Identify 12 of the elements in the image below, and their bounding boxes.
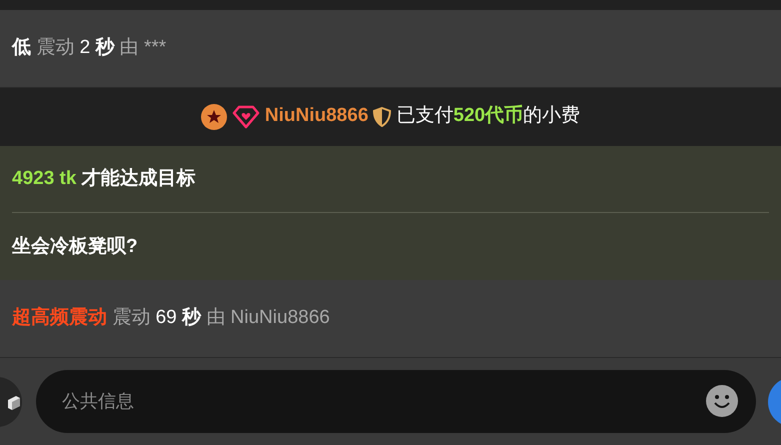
cube-icon <box>8 394 20 410</box>
tip-message: 已支付520代币的小费 <box>396 104 580 128</box>
goal-message: 4923 tk 才能达成目标 <box>12 166 196 191</box>
vibration-message: 低 震动 2 秒 由 *** <box>12 36 166 60</box>
message-input[interactable]: 公共信息 <box>36 370 756 433</box>
star-badge-icon <box>200 104 227 130</box>
emoji-icon[interactable] <box>706 385 738 417</box>
username[interactable]: NiuNiu8866 <box>264 102 368 131</box>
shield-icon <box>373 106 392 127</box>
goal-message: 坐会冷板凳呗? <box>12 234 138 259</box>
vibration-message: 超高频震动 震动 69 秒 由 NiuNiu8866 <box>12 306 330 330</box>
diamond-heart-icon <box>232 104 260 129</box>
